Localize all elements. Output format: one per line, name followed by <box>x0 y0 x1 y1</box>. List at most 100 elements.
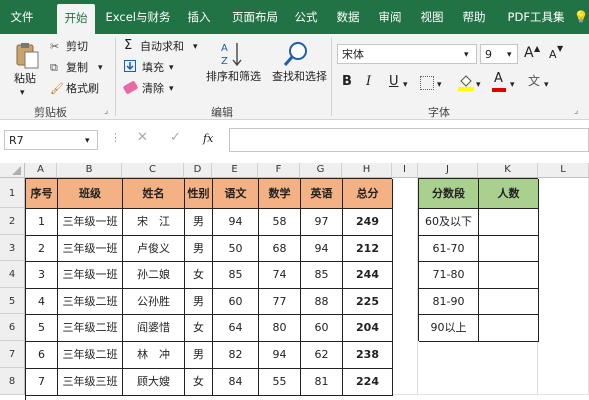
header-cell[interactable]: 序号 <box>26 179 58 209</box>
check-icon[interactable]: ✓ <box>170 131 181 145</box>
cell-class[interactable]: 三年级二班 <box>58 289 123 315</box>
formula-input[interactable] <box>229 128 589 152</box>
cell-chinese[interactable]: 84 <box>213 369 259 396</box>
column-header-e[interactable]: E <box>212 163 258 178</box>
cell-index[interactable]: 3 <box>26 262 58 289</box>
cell-index[interactable]: 2 <box>26 236 58 262</box>
column-header-k[interactable]: K <box>478 163 538 178</box>
cell-index[interactable]: 1 <box>26 209 58 236</box>
tab-view[interactable]: 视图 <box>416 0 448 34</box>
paste-icon[interactable] <box>14 42 40 70</box>
paste-button[interactable]: 粘贴 <box>14 72 36 86</box>
cell-gender[interactable]: 男 <box>185 342 213 369</box>
cell-chinese[interactable]: 94 <box>213 209 259 236</box>
sort-filter-icon[interactable]: AZ <box>220 40 244 68</box>
cell-name[interactable]: 卢俊义 <box>123 236 185 262</box>
tab-insert[interactable]: 插入 <box>182 0 216 34</box>
chevron-down-icon[interactable]: ▾ <box>510 78 515 92</box>
name-box[interactable]: R7 ▾ <box>4 130 98 150</box>
cell-index[interactable]: 4 <box>26 289 58 315</box>
cell-class[interactable]: 三年级三班 <box>58 369 123 396</box>
empty-cells-i[interactable] <box>392 178 418 395</box>
tab-excel-finance[interactable]: Excel与财务 <box>102 0 174 34</box>
column-header-l[interactable]: L <box>538 163 589 178</box>
cell-math[interactable]: 80 <box>259 315 301 342</box>
header-cell[interactable]: 英语 <box>301 179 343 209</box>
column-header-h[interactable]: H <box>342 163 392 178</box>
cell-math[interactable]: 58 <box>259 209 301 236</box>
autosum-button[interactable]: 自动求和 <box>140 40 184 54</box>
cell-gender[interactable]: 男 <box>185 236 213 262</box>
header-cell[interactable]: 分数段 <box>419 179 479 209</box>
row-header[interactable]: 3 <box>0 235 25 261</box>
font-color-button[interactable]: A <box>494 72 503 86</box>
cell-chinese[interactable]: 85 <box>213 262 259 289</box>
chevron-down-icon[interactable]: ▾ <box>98 61 103 75</box>
cell-index[interactable]: 6 <box>26 342 58 369</box>
fill-color-icon[interactable] <box>458 73 474 91</box>
cell-gender[interactable]: 女 <box>185 315 213 342</box>
sigma-icon[interactable]: Σ <box>124 39 132 53</box>
dialog-launcher-icon[interactable]: ⌟ <box>574 104 578 118</box>
sort-filter-button[interactable]: 排序和筛选 <box>206 70 261 84</box>
borders-icon[interactable] <box>420 76 434 90</box>
header-cell[interactable]: 姓名 <box>123 179 185 209</box>
cancel-icon[interactable]: ✕ <box>137 131 148 145</box>
chevron-down-icon[interactable]: ▾ <box>476 78 481 92</box>
column-header-b[interactable]: B <box>57 163 122 178</box>
column-header-g[interactable]: G <box>300 163 342 178</box>
cell-total[interactable]: 238 <box>343 342 393 369</box>
cell-math[interactable]: 55 <box>259 369 301 396</box>
cell-name[interactable]: 林 冲 <box>123 342 185 369</box>
cell-index[interactable]: 7 <box>26 369 58 396</box>
cell-score-range[interactable]: 60及以下 <box>419 209 479 236</box>
cell-name[interactable]: 宋 江 <box>123 209 185 236</box>
header-cell[interactable]: 数学 <box>259 179 301 209</box>
cell-english[interactable]: 97 <box>301 209 343 236</box>
search-icon[interactable] <box>282 40 310 68</box>
select-all-corner[interactable] <box>0 163 25 178</box>
cell-total[interactable]: 249 <box>343 209 393 236</box>
chevron-down-icon[interactable]: ▾ <box>403 78 408 92</box>
cell-score-range[interactable]: 71-80 <box>419 262 479 289</box>
chevron-down-icon[interactable]: ▾ <box>20 86 25 100</box>
fill-down-icon[interactable] <box>124 60 136 72</box>
cell-total[interactable]: 224 <box>343 369 393 396</box>
cell-count[interactable] <box>479 262 539 289</box>
cell-class[interactable]: 三年级二班 <box>58 342 123 369</box>
column-header-d[interactable]: D <box>184 163 212 178</box>
chevron-down-icon[interactable]: ▾ <box>437 78 442 92</box>
cell-chinese[interactable]: 64 <box>213 315 259 342</box>
row-header[interactable]: 1 <box>0 178 25 208</box>
font-size-dropdown[interactable]: 9 ▾ <box>480 44 518 64</box>
cell-gender[interactable]: 女 <box>185 369 213 396</box>
header-cell[interactable]: 人数 <box>479 179 539 209</box>
insert-function-button[interactable]: fx <box>203 132 213 146</box>
cell-name[interactable]: 顾大嫂 <box>123 369 185 396</box>
cell-english[interactable]: 94 <box>301 236 343 262</box>
empty-cells-l[interactable] <box>538 178 589 395</box>
clear-button[interactable]: 清除 <box>142 82 164 96</box>
empty-cells-jk[interactable] <box>418 341 538 395</box>
column-header-j[interactable]: J <box>418 163 478 178</box>
copy-button[interactable]: 复制 <box>66 61 88 75</box>
cell-math[interactable]: 77 <box>259 289 301 315</box>
chevron-down-icon[interactable]: ▾ <box>169 61 174 75</box>
cell-chinese[interactable]: 82 <box>213 342 259 369</box>
cell-count[interactable] <box>479 236 539 262</box>
row-header[interactable]: 7 <box>0 341 25 368</box>
dialog-launcher-icon[interactable]: ⌟ <box>104 104 108 118</box>
chevron-down-icon[interactable]: ▾ <box>169 82 174 96</box>
cell-count[interactable] <box>479 315 539 342</box>
fill-button[interactable]: 填充 <box>142 61 164 75</box>
cell-english[interactable]: 88 <box>301 289 343 315</box>
cell-name[interactable]: 孙二娘 <box>123 262 185 289</box>
cell-class[interactable]: 三年级一班 <box>58 236 123 262</box>
cell-english[interactable]: 85 <box>301 262 343 289</box>
tab-file[interactable]: 文件 <box>0 0 44 34</box>
cell-english[interactable]: 60 <box>301 315 343 342</box>
scissors-icon[interactable]: ✂ <box>50 40 59 54</box>
row-header[interactable]: 2 <box>0 208 25 235</box>
header-cell[interactable]: 总分 <box>343 179 393 209</box>
cell-score-range[interactable]: 61-70 <box>419 236 479 262</box>
